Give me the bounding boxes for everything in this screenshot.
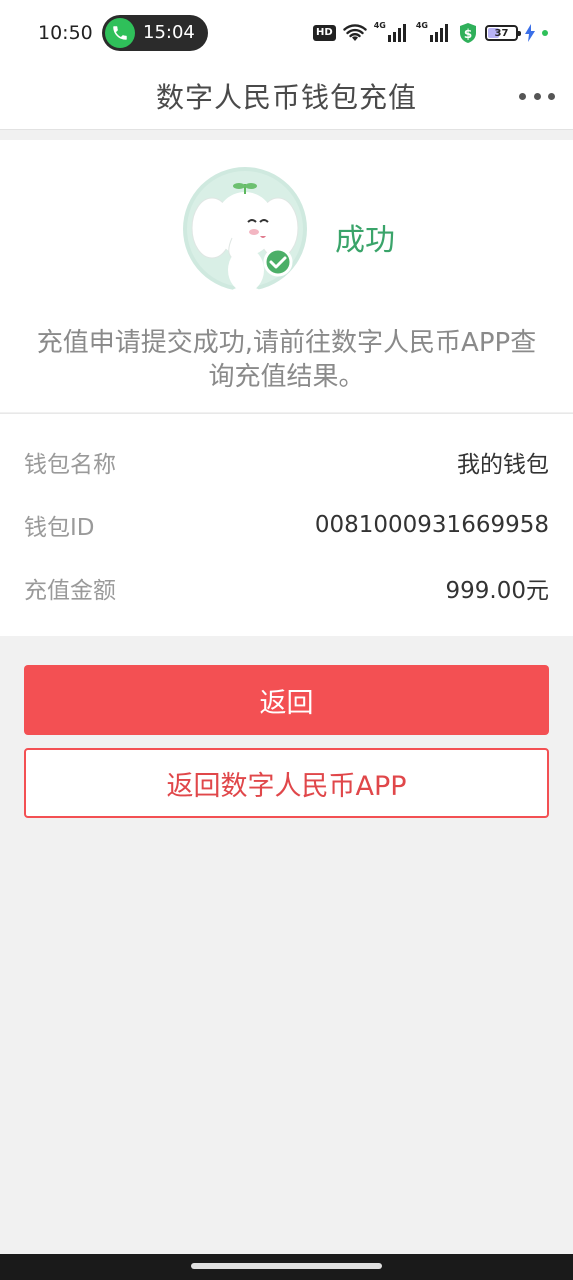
return-button[interactable]: 返回	[24, 665, 549, 735]
system-status-icons: HD 4G 4G $ 37	[313, 20, 548, 46]
elephant-mascot-success-icon	[183, 167, 307, 296]
result-card: 成功 充值申请提交成功,请前往数字人民币APP查询充值结果。	[0, 140, 573, 412]
detail-value: 999.00元	[445, 578, 549, 604]
wifi-icon	[343, 24, 367, 41]
ongoing-call-pill[interactable]: 15:04	[102, 15, 208, 51]
return-to-app-button[interactable]: 返回数字人民币APP	[24, 748, 549, 818]
result-message: 充值申请提交成功,请前往数字人民币APP查询充值结果。	[36, 328, 537, 392]
home-indicator[interactable]	[191, 1263, 382, 1269]
more-options-button[interactable]	[519, 86, 555, 106]
status-bar: 10:50 15:04 HD 4G 4G $ 37	[0, 0, 573, 66]
detail-row-wallet-id: 钱包ID 0081000931669958	[24, 505, 549, 545]
detail-row-amount: 充值金额 999.00元	[24, 568, 549, 608]
detail-label: 钱包名称	[24, 452, 116, 478]
call-timer: 15:04	[143, 22, 195, 43]
system-navigation-bar	[0, 1254, 573, 1280]
detail-label: 充值金额	[24, 578, 116, 604]
security-shield-icon: $	[460, 23, 476, 43]
network-type-label: 4G	[373, 21, 386, 30]
shield-symbol: $	[464, 27, 472, 41]
detail-value: 0081000931669958	[314, 512, 549, 538]
battery-level: 37	[494, 27, 509, 39]
charging-icon	[525, 24, 535, 42]
more-dots-icon	[519, 92, 526, 100]
signal-icon	[387, 24, 406, 42]
navigation-bar: 数字人民币钱包充值	[0, 66, 573, 130]
hd-voice-icon: HD	[313, 25, 336, 41]
network-type-label-2: 4G	[415, 21, 428, 30]
detail-label: 钱包ID	[24, 515, 95, 541]
detail-row-wallet-name: 钱包名称 我的钱包	[24, 442, 549, 482]
clock: 10:50	[38, 22, 93, 44]
detail-value: 我的钱包	[457, 452, 549, 478]
notification-dot	[542, 30, 548, 36]
page-title: 数字人民币钱包充值	[155, 81, 417, 114]
wallet-details: 钱包名称 我的钱包 钱包ID 0081000931669958 充值金额 999…	[0, 413, 573, 636]
phone-icon	[105, 18, 135, 48]
status-label: 成功	[335, 223, 395, 258]
battery-icon: 37	[485, 25, 521, 41]
signal-icon-2	[430, 24, 448, 42]
